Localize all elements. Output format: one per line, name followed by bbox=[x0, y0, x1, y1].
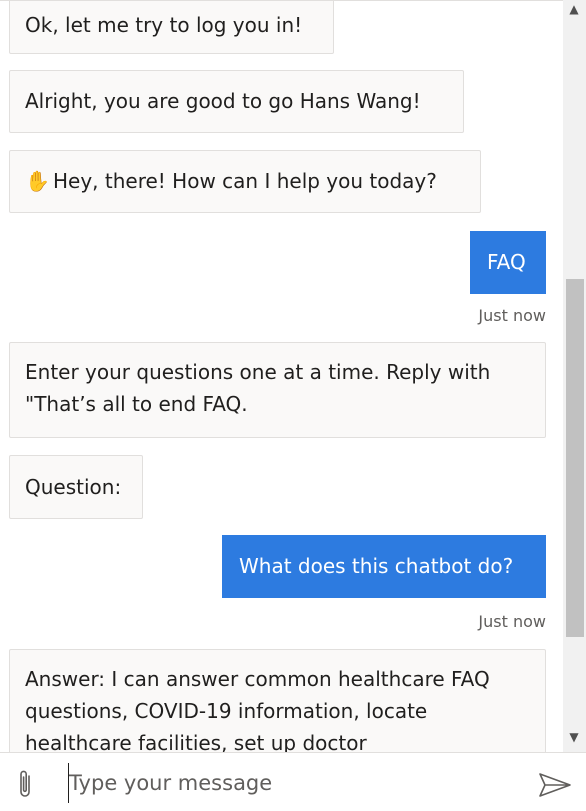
message-text: Enter your questions one at a time. Repl… bbox=[25, 360, 491, 416]
bot-message: Ok, let me try to log you in! bbox=[9, 1, 334, 54]
send-icon[interactable] bbox=[538, 771, 572, 799]
message-text: Answer: I can answer common healthcare F… bbox=[25, 667, 490, 753]
message-input[interactable] bbox=[68, 763, 509, 803]
message-text: FAQ bbox=[487, 250, 526, 274]
bot-message: ✋ Hey, there! How can I help you today? bbox=[9, 150, 481, 213]
user-message: FAQ bbox=[470, 231, 546, 294]
message-text: Ok, let me try to log you in! bbox=[25, 13, 303, 37]
bot-message: Alright, you are good to go Hans Wang! bbox=[9, 70, 464, 133]
bot-message: Enter your questions one at a time. Repl… bbox=[9, 342, 546, 438]
bot-message: Answer: I can answer common healthcare F… bbox=[9, 649, 546, 753]
message-composer bbox=[0, 752, 586, 811]
scroll-up-arrow-icon[interactable]: ▲ bbox=[566, 2, 582, 16]
bot-message: Question: bbox=[9, 455, 143, 519]
message-text: Hey, there! How can I help you today? bbox=[53, 169, 437, 193]
timestamp: Just now bbox=[478, 612, 546, 631]
timestamp: Just now bbox=[478, 306, 546, 325]
message-text: Alright, you are good to go Hans Wang! bbox=[25, 89, 421, 113]
scroll-down-arrow-icon[interactable]: ▼ bbox=[566, 730, 582, 744]
scrollbar-thumb[interactable] bbox=[566, 279, 584, 637]
chat-transcript: Ok, let me try to log you in! Alright, y… bbox=[0, 0, 586, 753]
paperclip-icon[interactable] bbox=[14, 768, 36, 800]
message-text: What does this chatbot do? bbox=[239, 554, 514, 578]
user-message: What does this chatbot do? bbox=[222, 535, 546, 598]
raised-hand-emoji-icon: ✋ bbox=[25, 169, 50, 193]
message-text: Question: bbox=[25, 475, 122, 499]
